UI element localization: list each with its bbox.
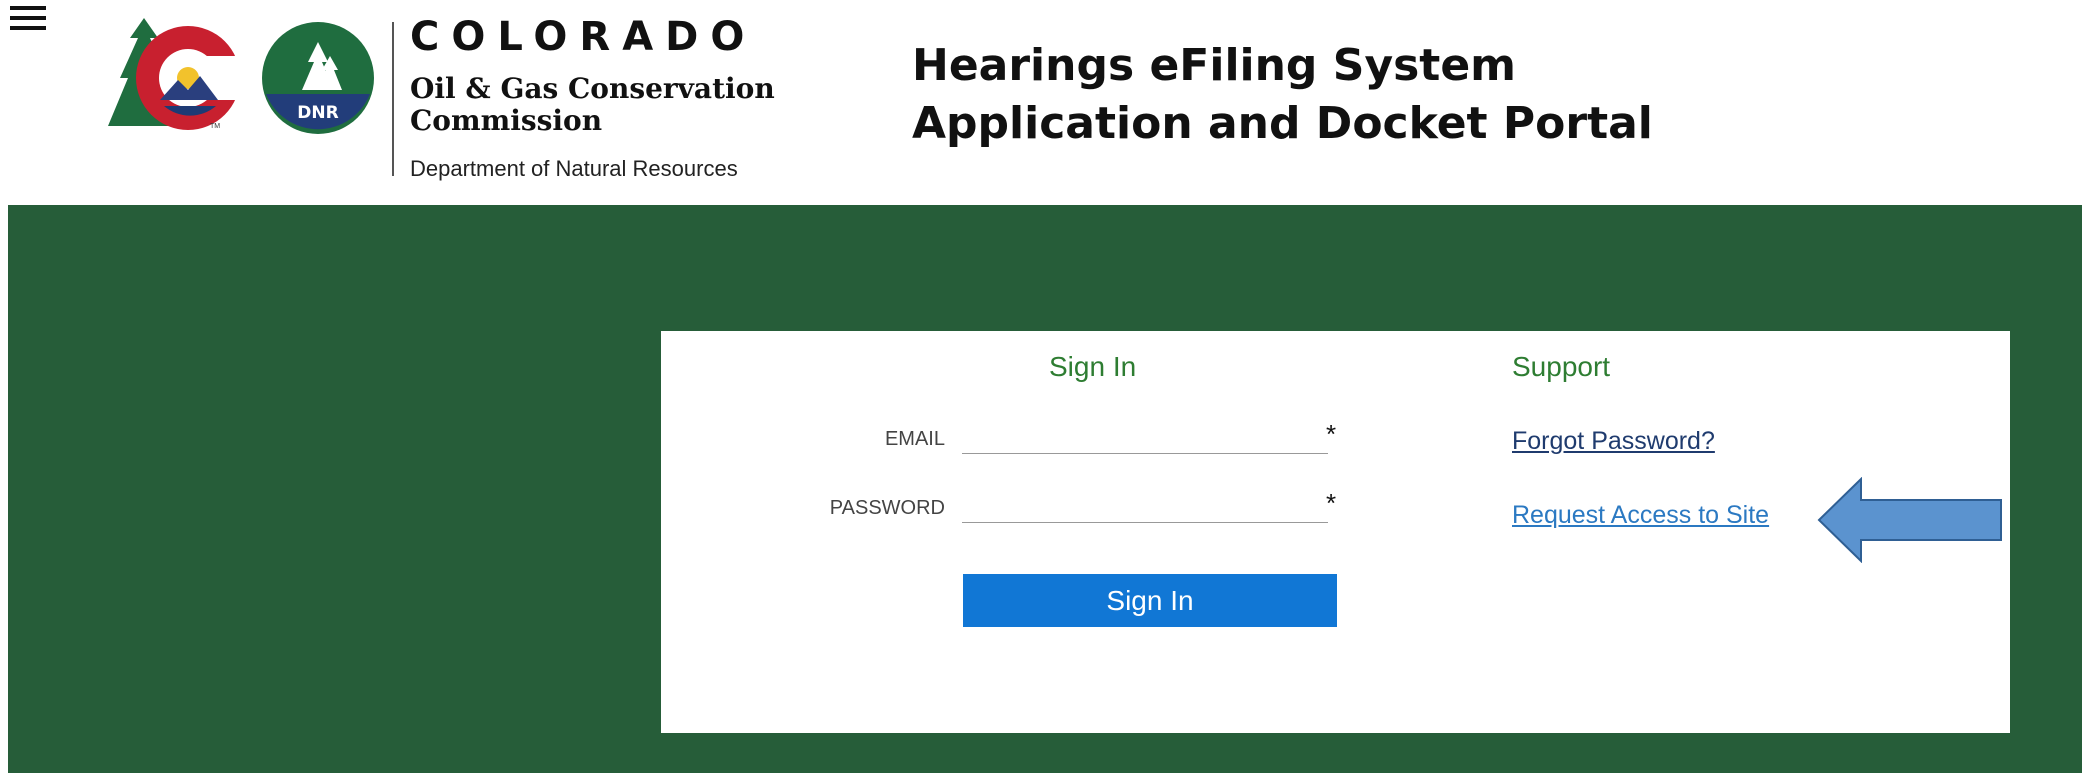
portal-title-line2: Application and Docket Portal [912, 98, 1653, 149]
site-header: TM DNR COLORADO Oil & Gas Conservation C… [0, 0, 2082, 205]
password-label: PASSWORD [829, 497, 945, 519]
password-required-marker: * [1326, 488, 1337, 518]
email-label: EMAIL [884, 428, 945, 450]
trademark-mark: TM [210, 123, 220, 130]
left-arrow-icon [1817, 477, 2002, 563]
dnr-badge-text: DNR [297, 103, 338, 123]
logo-divider [392, 22, 394, 176]
forgot-password-link[interactable]: Forgot Password? [1512, 427, 1715, 456]
department-name: Department of Natural Resources [410, 156, 738, 181]
portal-title-line1: Hearings eFiling System [912, 40, 1517, 91]
agency-name-line1: Oil & Gas Conservation [410, 72, 775, 105]
password-field[interactable] [962, 486, 1328, 523]
sign-in-button[interactable]: Sign In [963, 574, 1337, 627]
hamburger-menu-icon[interactable] [10, 6, 46, 34]
sign-in-heading: Sign In [1049, 351, 1137, 382]
email-required-marker: * [1326, 419, 1337, 449]
agency-name-line2: Commission [410, 104, 603, 137]
request-access-link[interactable]: Request Access to Site [1512, 501, 1769, 530]
login-panel: Sign In Support EMAIL * PASSWORD * Sign … [661, 331, 2010, 733]
email-field[interactable] [962, 417, 1328, 454]
brand-name: COLORADO [410, 14, 757, 60]
colorado-dnr-logo: TM DNR [108, 18, 374, 134]
support-heading: Support [1512, 351, 1611, 382]
